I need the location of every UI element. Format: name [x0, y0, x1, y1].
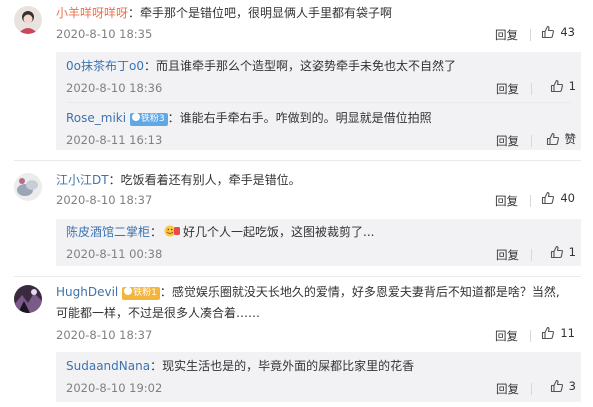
like-button[interactable]: 40 — [541, 191, 575, 205]
thumbs-up-icon — [550, 245, 563, 259]
comment-time: 2020-8-10 18:35 — [56, 27, 153, 41]
comment-meta: 2020-8-10 18:37 回复 40 — [56, 191, 593, 211]
comment-meta: 2020-8-10 18:37 回复 11 — [56, 326, 593, 346]
avatar[interactable] — [14, 285, 42, 313]
colon: ： — [150, 359, 163, 373]
reply-content: 谁能右手牵右手。咋做到的。明显就是借位拍照 — [179, 111, 432, 125]
reply-time: 2020-8-10 18:36 — [66, 81, 163, 95]
comment-item: 小羊咩呀咩呀：牵手那个是错位吧，很明显俩人手里都有袋子啊 2020-8-10 1… — [0, 0, 593, 150]
meta-separator — [530, 330, 531, 342]
reply-meta: 2020-8-10 18:36 回复 1 — [66, 79, 581, 99]
like-count: 3 — [568, 379, 576, 393]
comment-time: 2020-8-10 18:37 — [56, 193, 153, 207]
reply-list: 0o抹茶布丁o0：而且谁牵手那么个造型啊，这姿势牵手未免也太不自然了 2020-… — [56, 52, 581, 150]
fan-badge[interactable]: 铁粉3 — [129, 113, 168, 126]
reply-list: SudaandNana：现实生活也是的，毕竟外面的屎都比家里的花香 2020-8… — [56, 352, 581, 402]
meta-separator — [530, 195, 531, 207]
colon: ： — [108, 173, 121, 187]
fan-badge-icon — [131, 113, 140, 121]
reply-button[interactable]: 回复 — [496, 133, 519, 149]
like-count: 43 — [560, 25, 575, 39]
reply-time: 2020-8-11 16:13 — [66, 133, 163, 147]
like-count: 1 — [568, 79, 576, 93]
thumbs-up-icon — [542, 25, 555, 39]
meta-separator — [531, 135, 532, 147]
emoji-icon — [164, 225, 181, 237]
reply-button[interactable]: 回复 — [495, 193, 518, 209]
comment-username[interactable]: HughDevil — [56, 285, 118, 299]
colon: ： — [150, 225, 163, 239]
reply-text-line: 0o抹茶布丁o0：而且谁牵手那么个造型啊，这姿势牵手未免也太不自然了 — [66, 56, 571, 77]
comment-divider — [14, 276, 581, 277]
reply-text-line: Rose_miki 铁粉3 ：谁能右手牵右手。咋做到的。明显就是借位拍照 — [66, 108, 571, 129]
reply-meta: 2020-8-11 16:13 回复 赞 — [66, 131, 581, 151]
avatar[interactable] — [14, 173, 42, 201]
reply-username[interactable]: 0o抹茶布丁o0 — [66, 59, 144, 73]
reply-button[interactable]: 回复 — [496, 81, 519, 97]
thumbs-up-icon — [546, 132, 559, 146]
reply-list: 陈皮酒馆二掌柜： 好几个人一起吃饭，这图被裁剪了... 2020-8-11 00:… — [56, 219, 581, 266]
reply-button[interactable]: 回复 — [495, 27, 518, 43]
comment-username[interactable]: 江小江DT — [56, 173, 109, 187]
fan-badge[interactable]: 铁粉1 — [122, 287, 160, 300]
like-count: 40 — [560, 191, 575, 205]
reply-divider — [66, 102, 571, 103]
comment-text-line: 可能都一样，不过是很多人凑合着…… — [56, 303, 583, 324]
reply-text-line: 陈皮酒馆二掌柜： 好几个人一起吃饭，这图被裁剪了... — [66, 222, 571, 243]
reply-meta: 2020-8-10 19:02 回复 3 — [66, 379, 581, 399]
comment-meta: 2020-8-10 18:35 回复 43 — [56, 25, 593, 45]
comment-content-continued: 可能都一样，不过是很多人凑合着…… — [56, 306, 261, 320]
comment-item: HughDevil 铁粉1 ：感觉娱乐圈就没天长地久的爱情，好多恩爱夫妻背后不知道… — [0, 281, 593, 407]
like-button[interactable]: 1 — [550, 79, 576, 93]
meta-separator — [531, 249, 532, 261]
avatar[interactable] — [14, 6, 42, 34]
thumbs-up-icon — [550, 379, 563, 393]
reply-content: 好几个人一起吃饭，这图被裁剪了... — [183, 225, 375, 239]
meta-separator — [530, 29, 531, 41]
comment-content: 牵手那个是错位吧，很明显俩人手里都有袋子啊 — [140, 6, 393, 20]
reply-content: 而且谁牵手那么个造型啊，这姿势牵手未免也太不自然了 — [155, 59, 456, 73]
meta-separator — [531, 383, 532, 395]
comment-text-line: 江小江DT：吃饭看着还有别人，牵手是错位。 — [56, 170, 583, 191]
colon: ： — [143, 59, 156, 73]
like-button[interactable]: 11 — [541, 326, 575, 340]
reply-username[interactable]: SudaandNana — [66, 359, 150, 373]
comment-content: 吃饭看着还有别人，牵手是错位。 — [120, 173, 301, 187]
reply-username[interactable]: Rose_miki — [66, 111, 126, 125]
comment-text-line: HughDevil 铁粉1 ：感觉娱乐圈就没天长地久的爱情，好多恩爱夫妻背后不知道… — [56, 282, 583, 303]
fan-badge-icon — [124, 287, 133, 295]
like-count: 赞 — [564, 132, 577, 146]
like-count: 1 — [568, 245, 576, 259]
comment-username[interactable]: 小羊咩呀咩呀 — [56, 6, 128, 20]
comment-divider — [14, 160, 581, 161]
reply-time: 2020-8-10 19:02 — [66, 381, 163, 395]
comment-item: 江小江DT：吃饭看着还有别人，牵手是错位。 2020-8-10 18:37 回复… — [0, 168, 593, 268]
fan-badge-label: 铁粉3 — [140, 114, 165, 124]
reply-button[interactable]: 回复 — [495, 328, 518, 344]
colon: ： — [128, 6, 141, 20]
colon: ： — [159, 285, 172, 299]
comment-text-line: 小羊咩呀咩呀：牵手那个是错位吧，很明显俩人手里都有袋子啊 — [56, 3, 583, 24]
comment-content: 感觉娱乐圈就没天长地久的爱情，好多恩爱夫妻背后不知道都是啥？当然, — [171, 285, 560, 299]
thumbs-up-icon — [550, 79, 563, 93]
like-button[interactable]: 赞 — [546, 131, 577, 147]
thumbs-up-icon — [542, 191, 555, 205]
reply-username[interactable]: 陈皮酒馆二掌柜 — [66, 225, 150, 239]
like-count: 11 — [560, 326, 575, 340]
fan-badge-label: 铁粉1 — [133, 288, 157, 298]
like-button[interactable]: 43 — [541, 25, 575, 39]
comment-time: 2020-8-10 18:37 — [56, 328, 153, 342]
reply-content: 现实生活也是的，毕竟外面的屎都比家里的花香 — [162, 359, 415, 373]
like-button[interactable]: 3 — [550, 379, 576, 393]
colon: ： — [167, 111, 180, 125]
reply-button[interactable]: 回复 — [496, 247, 519, 263]
like-button[interactable]: 1 — [550, 245, 576, 259]
meta-separator — [531, 83, 532, 95]
reply-text-line: SudaandNana：现实生活也是的，毕竟外面的屎都比家里的花香 — [66, 356, 571, 377]
thumbs-up-icon — [542, 326, 555, 340]
reply-time: 2020-8-11 00:38 — [66, 247, 163, 261]
reply-meta: 2020-8-11 00:38 回复 1 — [66, 245, 581, 265]
reply-button[interactable]: 回复 — [496, 381, 519, 397]
